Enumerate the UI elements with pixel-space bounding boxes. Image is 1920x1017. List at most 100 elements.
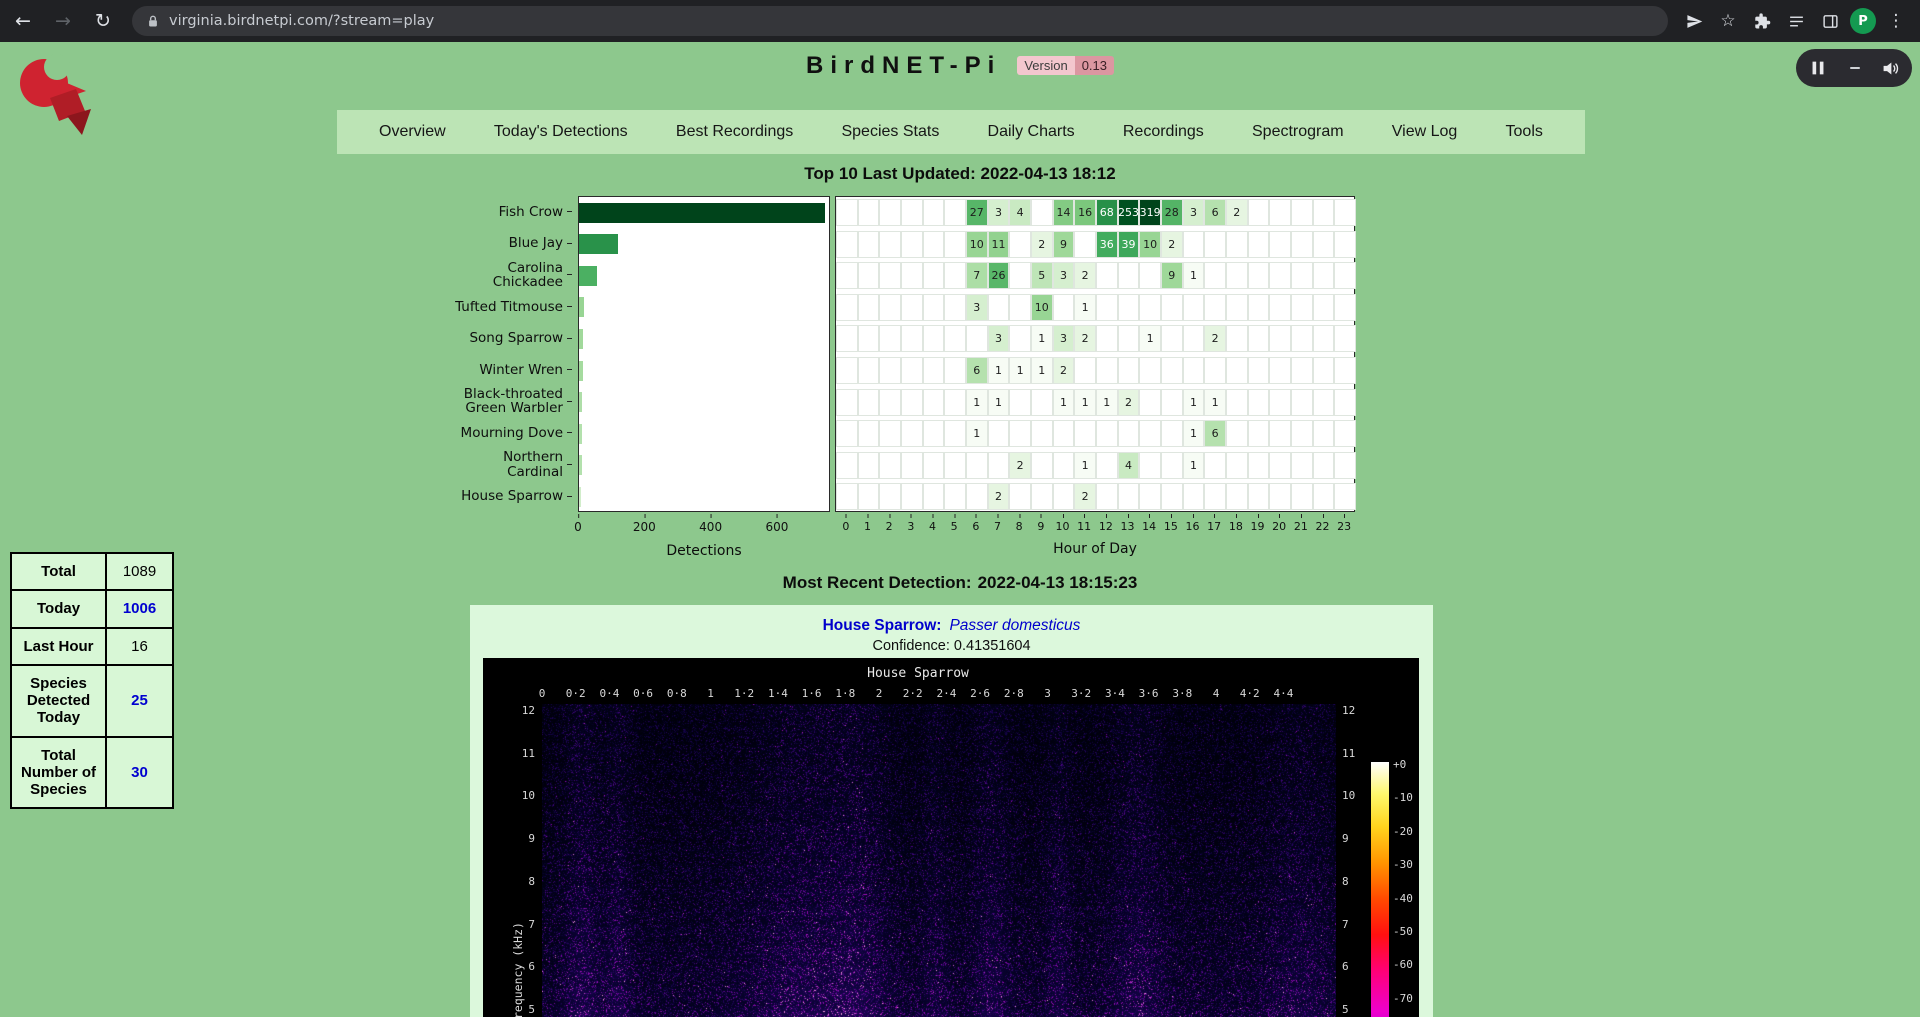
heatmap-cell [1096, 452, 1118, 479]
species-link[interactable]: House Sparrow: [823, 617, 942, 634]
heatmap-cell [858, 357, 880, 384]
spectrogram-y-tick-right: 12 [1342, 704, 1355, 717]
heatmap-cell: 2 [1161, 231, 1183, 258]
heatmap-cell: 6 [1204, 199, 1226, 226]
heatmap-cell [1053, 483, 1075, 510]
heatmap-cell [1031, 483, 1053, 510]
heatmap-cell [901, 294, 923, 321]
forward-button[interactable]: → [46, 4, 80, 38]
nav-item-recordings[interactable]: Recordings [1123, 123, 1204, 141]
heatmap-cell [858, 452, 880, 479]
heatmap-cell [1161, 294, 1183, 321]
heatmap-cell: 5 [1031, 262, 1053, 289]
heatmap-x-tick: 1 [864, 520, 871, 533]
stat-value-species-detected-today[interactable]: 25 [106, 665, 173, 737]
heatmap-cell [1204, 357, 1226, 384]
heatmap-cell [1269, 389, 1291, 416]
bar-fish-crow [579, 203, 825, 223]
detection-panel: House Sparrow:Passer domesticus Confiden… [470, 605, 1433, 1017]
species-label-tufted-titmouse: Tufted Titmouse [454, 291, 572, 323]
profile-avatar[interactable]: P [1850, 8, 1876, 34]
species-label-mourning-dove: Mourning Dove [454, 417, 572, 449]
heatmap-cell [1139, 294, 1161, 321]
most-recent-timestamp: 2022-04-13 18:15:23 [978, 573, 1138, 592]
nav-item-spectrogram[interactable]: Spectrogram [1252, 123, 1344, 141]
spectrogram-y-tick-left: 11 [503, 747, 535, 760]
species-label-northern-cardinal: Northern Cardinal [454, 449, 572, 481]
heatmap-cell: 2 [988, 483, 1010, 510]
heatmap-cell [923, 294, 945, 321]
spectrogram-x-tick: 2·4 [936, 687, 956, 700]
heatmap-cell [923, 452, 945, 479]
heatmap-cell [1291, 452, 1313, 479]
version-label: Version [1017, 56, 1074, 75]
heatmap: 2734141668253319283621011293639102726532… [835, 196, 1355, 512]
heatmap-cell [923, 357, 945, 384]
most-recent-label: Most Recent Detection: [783, 573, 972, 592]
heatmap-cell [966, 483, 988, 510]
heatmap-x-tick: 10 [1056, 520, 1070, 533]
heatmap-cell [901, 262, 923, 289]
heatmap-cell [1269, 231, 1291, 258]
heatmap-cell [1118, 294, 1140, 321]
reading-list-icon[interactable] [1782, 7, 1810, 35]
stat-value-total-number-of-species[interactable]: 30 [106, 737, 173, 809]
heatmap-cell [1226, 389, 1248, 416]
heatmap-cell [923, 262, 945, 289]
heatmap-cell [923, 483, 945, 510]
detection-header: House Sparrow:Passer domesticus [470, 605, 1433, 635]
reload-button[interactable]: ↻ [86, 4, 120, 38]
heatmap-cell [1269, 452, 1291, 479]
heatmap-cell [1074, 357, 1096, 384]
spectrogram-x-tick: 1·6 [802, 687, 822, 700]
side-panel-icon[interactable] [1816, 7, 1844, 35]
nav-item-daily-charts[interactable]: Daily Charts [988, 123, 1075, 141]
menu-icon[interactable]: ⋮ [1882, 7, 1910, 35]
stat-value-today[interactable]: 1006 [106, 590, 173, 627]
heatmap-cell [988, 294, 1010, 321]
browser-toolbar: ← → ↻ virginia.birdnetpi.com/?stream=pla… [0, 0, 1920, 42]
species-label-song-sparrow: Song Sparrow [454, 322, 572, 354]
heatmap-cell [1226, 325, 1248, 352]
heatmap-cell [944, 452, 966, 479]
spectrogram-y-tick-right: 9 [1342, 832, 1349, 845]
heatmap-cell: 2 [1204, 325, 1226, 352]
heatmap-cell: 4 [1118, 452, 1140, 479]
heatmap-cell [944, 325, 966, 352]
share-icon[interactable] [1680, 7, 1708, 35]
heatmap-cell [1334, 452, 1356, 479]
nav-item-tools[interactable]: Tools [1506, 123, 1543, 141]
heatmap-cell [944, 199, 966, 226]
bar-tufted-titmouse [579, 297, 584, 317]
heatmap-cell [944, 231, 966, 258]
bar-x-tick: 200 [633, 520, 656, 534]
url-bar[interactable]: virginia.birdnetpi.com/?stream=play [132, 6, 1668, 36]
spectrogram-y-tick-right: 10 [1342, 789, 1355, 802]
heatmap-cell [1291, 262, 1313, 289]
heatmap-cell [836, 452, 858, 479]
nav-item-view-log[interactable]: View Log [1392, 123, 1458, 141]
spectrogram-x-tick: 0 [539, 687, 546, 700]
heatmap-cell [1334, 389, 1356, 416]
bar-x-tick: 600 [765, 520, 788, 534]
nav-item-overview[interactable]: Overview [379, 123, 446, 141]
spectrogram-y-tick-left: 5 [503, 1003, 535, 1016]
spectrogram-y-tick-left: 10 [503, 789, 535, 802]
heatmap-cell [1096, 294, 1118, 321]
heatmap-cell: 2 [1053, 357, 1075, 384]
nav-item-best-recordings[interactable]: Best Recordings [676, 123, 793, 141]
nav-item-species-stats[interactable]: Species Stats [841, 123, 939, 141]
heatmap-cell [1009, 325, 1031, 352]
spectrogram-x-tick: 4·4 [1273, 687, 1293, 700]
heatmap-cell [1248, 231, 1270, 258]
heatmap-cell [879, 483, 901, 510]
bookmark-star-icon[interactable]: ☆ [1714, 7, 1742, 35]
heatmap-cell [1053, 420, 1075, 447]
heatmap-cell [1053, 294, 1075, 321]
nav-item-today-s-detections[interactable]: Today's Detections [494, 123, 628, 141]
heatmap-cell [1269, 483, 1291, 510]
extensions-icon[interactable] [1748, 7, 1776, 35]
back-button[interactable]: ← [6, 4, 40, 38]
heatmap-cell [1009, 262, 1031, 289]
heatmap-cell [1139, 389, 1161, 416]
